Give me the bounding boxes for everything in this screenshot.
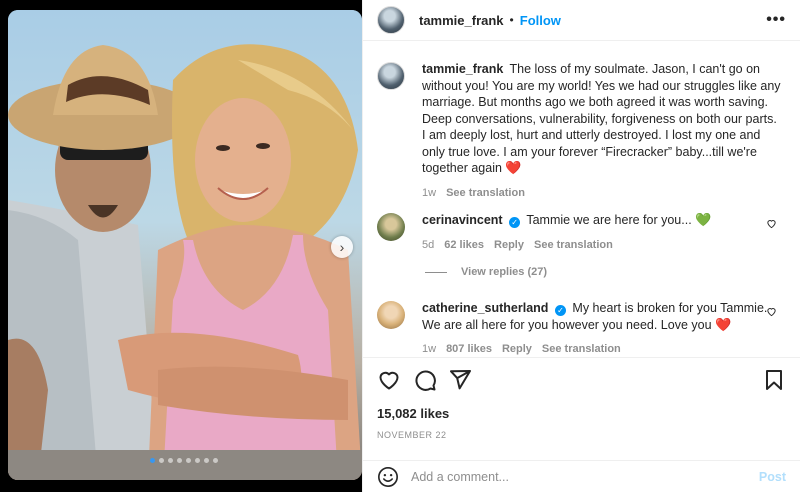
post-comment-button[interactable]: Post: [759, 470, 786, 484]
commenter-avatar[interactable]: [377, 301, 405, 329]
comments-list[interactable]: tammie_frank The loss of my soulmate. Ja…: [363, 41, 800, 357]
follow-button[interactable]: Follow: [520, 13, 561, 28]
caption-see-translation[interactable]: See translation: [446, 185, 525, 202]
red-heart-emoji: ❤️: [505, 160, 522, 175]
reply-button[interactable]: Reply: [494, 237, 524, 254]
photo-illustration: [8, 10, 362, 480]
caption-meta: 1w See translation: [422, 185, 782, 202]
comment-time[interactable]: 1w: [422, 341, 436, 357]
view-replies-label: View replies (27): [461, 266, 548, 278]
comment-like-heart-icon[interactable]: [766, 218, 777, 229]
comment-likes[interactable]: 62 likes: [444, 237, 484, 254]
comment-input[interactable]: [411, 469, 759, 484]
comment-body: catherine_sutherland ✓ My heart is broke…: [422, 300, 782, 357]
view-replies-button[interactable]: View replies (27): [425, 266, 547, 278]
verified-badge-icon: ✓: [509, 217, 521, 228]
caption-text: The loss of my soulmate. Jason, I can't …: [422, 62, 781, 175]
post-actions-area: 15,082 likes NOVEMBER 22: [363, 357, 800, 449]
caption-entry: tammie_frank The loss of my soulmate. Ja…: [377, 61, 787, 201]
red-heart-emoji: ❤️: [715, 316, 732, 332]
commenter-username[interactable]: cerinavincent: [422, 213, 503, 227]
caption-username[interactable]: tammie_frank: [422, 62, 503, 76]
verified-badge-icon: ✓: [554, 305, 566, 316]
carousel-dot: [213, 458, 218, 463]
next-photo-button[interactable]: ›: [331, 236, 353, 258]
carousel-dot: [186, 458, 191, 463]
header-separator: •: [509, 13, 514, 27]
comment-see-translation[interactable]: See translation: [542, 341, 621, 357]
carousel-dot: [150, 458, 155, 463]
carousel-indicator: [150, 458, 218, 463]
caption-avatar[interactable]: [377, 62, 405, 90]
comment-bubble-icon[interactable]: [413, 368, 437, 392]
comment-like-heart-icon[interactable]: [766, 306, 777, 317]
comment-see-translation[interactable]: See translation: [534, 237, 613, 254]
post-header: tammie_frank • Follow •••: [363, 0, 800, 41]
caption-body: tammie_frank The loss of my soulmate. Ja…: [422, 61, 782, 201]
replies-divider-line: [425, 271, 447, 273]
comment-time[interactable]: 5d: [422, 237, 434, 254]
carousel-dot: [159, 458, 164, 463]
bookmark-icon[interactable]: [762, 368, 786, 392]
paper-plane-icon[interactable]: [448, 368, 472, 392]
comment-text: Tammie we are here for you...: [526, 213, 692, 227]
heart-outline-icon[interactable]: [377, 368, 401, 392]
comment-likes[interactable]: 807 likes: [446, 341, 492, 357]
commenter-avatar[interactable]: [377, 213, 405, 241]
caption-time[interactable]: 1w: [422, 185, 436, 202]
comment-meta: 5d 62 likes Reply See translation: [422, 237, 782, 254]
post-photo: [8, 10, 362, 480]
carousel-dot: [195, 458, 200, 463]
author-avatar[interactable]: [377, 6, 405, 34]
post-date[interactable]: NOVEMBER 22: [377, 430, 447, 440]
carousel-dot: [168, 458, 173, 463]
reply-button[interactable]: Reply: [502, 341, 532, 357]
green-heart-emoji: 💚: [695, 212, 712, 227]
comment-item: catherine_sutherland ✓ My heart is broke…: [377, 300, 787, 357]
add-comment-bar: Post: [363, 460, 800, 492]
carousel-dot: [204, 458, 209, 463]
chevron-right-icon: ›: [339, 239, 345, 255]
likes-count[interactable]: 15,082 likes: [377, 406, 449, 421]
commenter-username[interactable]: catherine_sutherland: [422, 301, 548, 315]
comment-item: cerinavincent ✓ Tammie we are here for y…: [377, 212, 787, 253]
post-media[interactable]: ›: [0, 0, 362, 492]
smiley-face-icon[interactable]: [377, 466, 399, 488]
author-username[interactable]: tammie_frank: [419, 13, 504, 28]
more-options-icon[interactable]: •••: [766, 11, 786, 29]
post-details-panel: tammie_frank • Follow ••• tammie_frank T…: [362, 0, 800, 492]
comment-meta: 1w 807 likes Reply See translation: [422, 341, 782, 357]
carousel-dot: [177, 458, 182, 463]
action-bar: [377, 368, 786, 392]
comment-body: cerinavincent ✓ Tammie we are here for y…: [422, 212, 782, 253]
